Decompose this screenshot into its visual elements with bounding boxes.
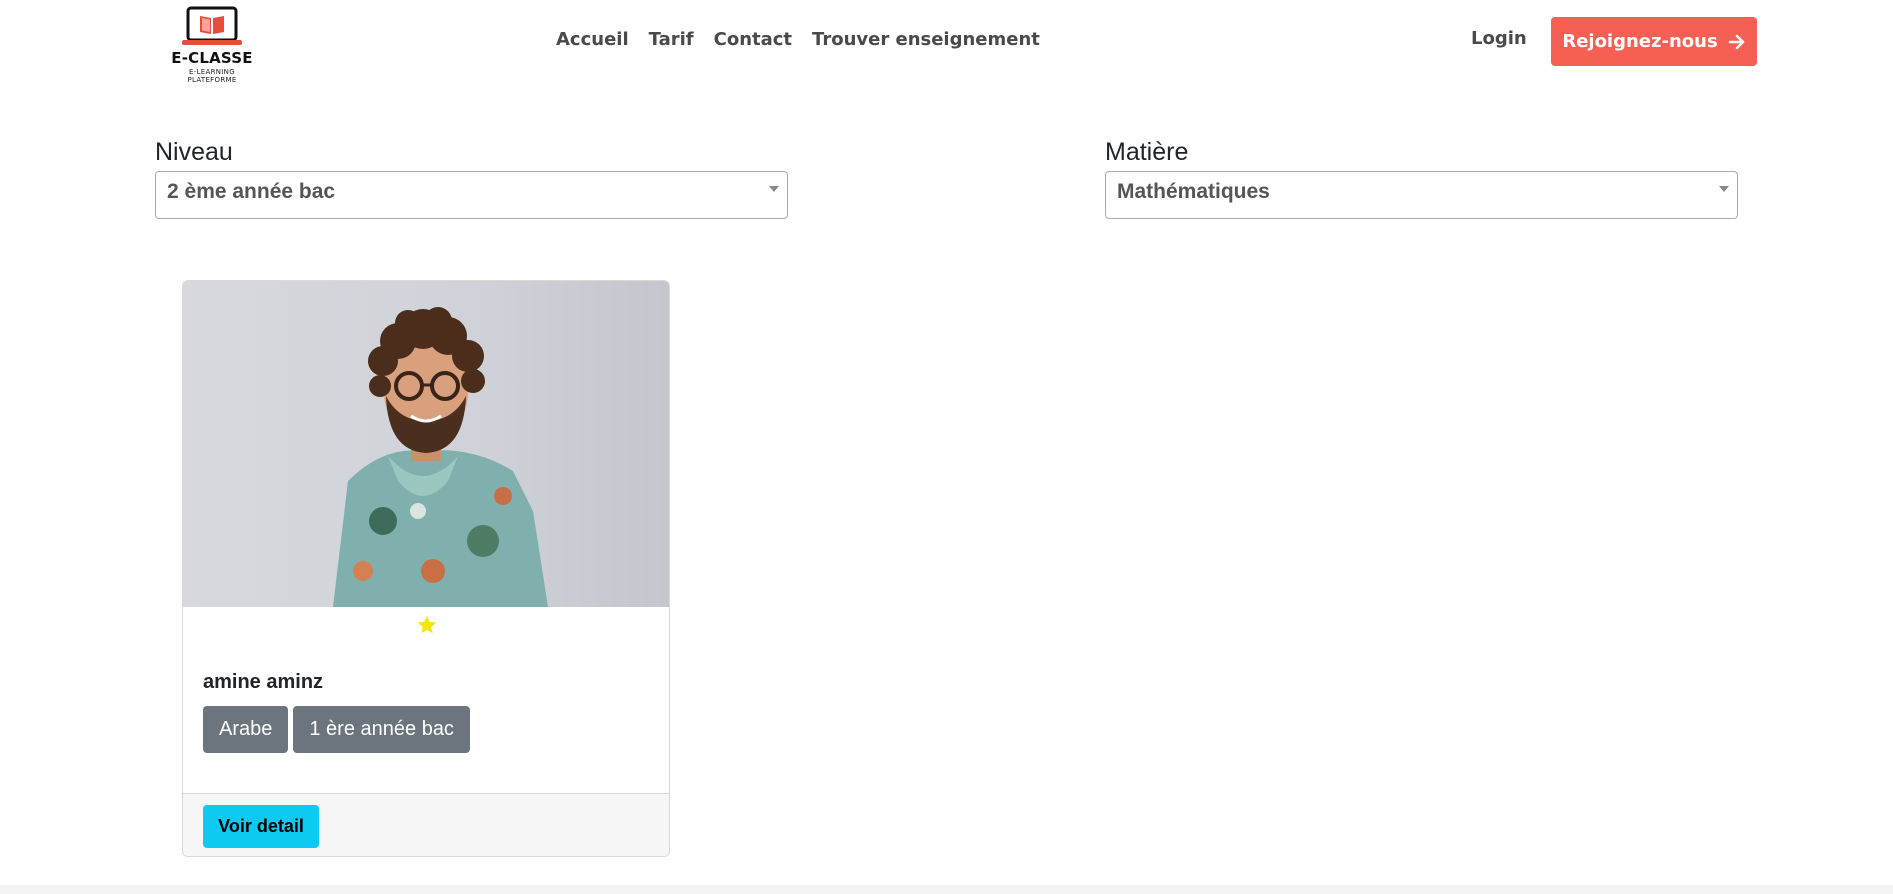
voir-detail-button[interactable]: Voir detail	[203, 805, 319, 848]
teacher-name: amine aminz	[203, 671, 324, 693]
nav-contact[interactable]: Contact	[714, 29, 792, 50]
logo-title: E-CLASSE	[171, 49, 253, 67]
teacher-portrait-illustration	[333, 307, 548, 607]
niveau-select[interactable]: 2 ème année bac	[155, 171, 788, 219]
matiere-select[interactable]: Mathématiques	[1105, 171, 1738, 219]
matiere-label: Matière	[1105, 138, 1189, 166]
logo-subtitle: E-LEARNING PLATEFORME	[187, 68, 237, 84]
logo[interactable]: E-CLASSE E-LEARNING PLATEFORME	[164, 6, 260, 84]
teacher-photo	[183, 281, 669, 607]
card-footer: Voir detail	[183, 793, 669, 856]
subject-badge: Arabe	[203, 706, 289, 753]
teacher-card: amine aminz Arabe 1 ère année bac Voir d…	[182, 280, 670, 857]
join-button-label: Rejoignez-nous	[1562, 31, 1718, 52]
arrow-right-icon	[1728, 34, 1744, 49]
main-nav: Accueil Tarif Contact Trouver enseigneme…	[556, 29, 1040, 50]
matiere-select-value: Mathématiques	[1117, 180, 1270, 203]
join-button[interactable]: Rejoignez-nous	[1551, 17, 1757, 66]
footer-strip	[0, 885, 1893, 894]
chevron-down-icon	[769, 186, 779, 192]
nav-trouver-enseignement[interactable]: Trouver enseignement	[812, 29, 1040, 50]
nav-tarif[interactable]: Tarif	[649, 29, 694, 50]
star-icon	[417, 615, 437, 634]
niveau-label: Niveau	[155, 138, 233, 166]
teacher-badges: Arabe 1 ère année bac	[203, 706, 470, 753]
level-badge: 1 ère année bac	[293, 706, 470, 753]
niveau-select-value: 2 ème année bac	[167, 180, 336, 203]
chevron-down-icon	[1719, 186, 1729, 192]
laptop-book-icon	[182, 6, 242, 45]
nav-accueil[interactable]: Accueil	[556, 29, 629, 50]
login-link[interactable]: Login	[1471, 28, 1527, 49]
